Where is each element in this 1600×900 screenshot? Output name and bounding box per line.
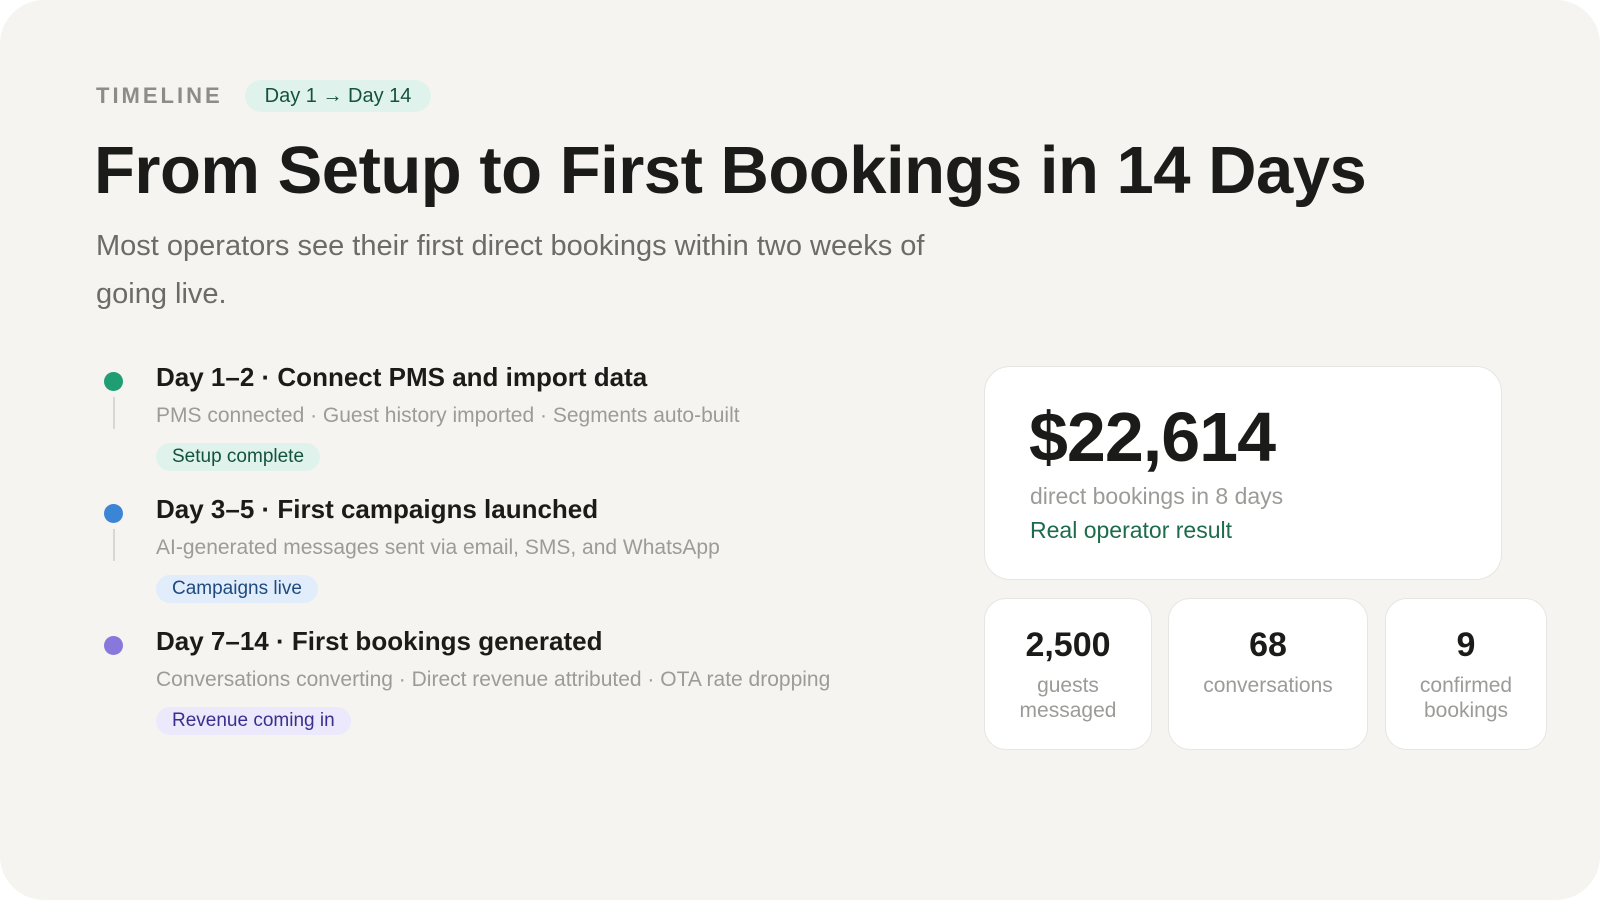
stat-card-bookings: 9 confirmed bookings	[1385, 598, 1547, 750]
stat-label: guests messaged	[1019, 674, 1117, 722]
result-value: $22,614	[1029, 398, 1276, 476]
step-dot-icon	[104, 504, 123, 523]
timeline-connector	[113, 529, 115, 561]
timeline-connector	[113, 397, 115, 429]
step-description: AI-generated messages sent via email, SM…	[156, 536, 720, 559]
step-title: Day 7–14 · First bookings generated	[156, 626, 603, 656]
step-status-badge: Setup complete	[156, 443, 321, 471]
stat-card-guests: 2,500 guests messaged	[984, 598, 1152, 750]
page-title: From Setup to First Bookings in 14 Days	[94, 133, 1367, 208]
stat-label: confirmed bookings	[1419, 674, 1513, 722]
page-subtitle: Most operators see their first direct bo…	[96, 230, 925, 310]
stat-value: 2,500	[1025, 626, 1111, 664]
timeline-step-campaigns: Day 3–5 · First campaigns launched AI-ge…	[104, 494, 964, 614]
step-title: Day 1–2 · Connect PMS and import data	[156, 362, 648, 392]
stat-card-conversations: 68 conversations	[1168, 598, 1368, 750]
step-dot-icon	[104, 372, 123, 391]
result-caption: direct bookings in 8 days	[1030, 483, 1284, 509]
result-card: $22,614 direct bookings in 8 days Real o…	[984, 366, 1502, 580]
result-note: Real operator result	[1030, 517, 1232, 543]
step-dot-icon	[104, 636, 123, 655]
slide-canvas: TIMELINE Day 1 → Day 14 From Setup to Fi…	[0, 0, 1600, 900]
step-description: PMS connected · Guest history imported ·…	[156, 404, 740, 427]
step-description: Conversations converting · Direct revenu…	[156, 668, 831, 691]
stat-label: conversations	[1203, 674, 1333, 697]
step-title: Day 3–5 · First campaigns launched	[156, 494, 599, 524]
eyebrow-row: TIMELINE Day 1 → Day 14	[96, 80, 432, 112]
timeline-step-setup: Day 1–2 · Connect PMS and import data PM…	[104, 362, 964, 482]
range-pill: Day 1 → Day 14	[244, 80, 432, 112]
step-status-badge: Campaigns live	[156, 575, 318, 603]
eyebrow-label: TIMELINE	[96, 83, 223, 108]
stat-value: 9	[1456, 626, 1476, 664]
timeline-step-bookings: Day 7–14 · First bookings generated Conv…	[104, 626, 964, 746]
step-status-badge: Revenue coming in	[156, 707, 351, 735]
stat-value: 68	[1249, 626, 1287, 664]
